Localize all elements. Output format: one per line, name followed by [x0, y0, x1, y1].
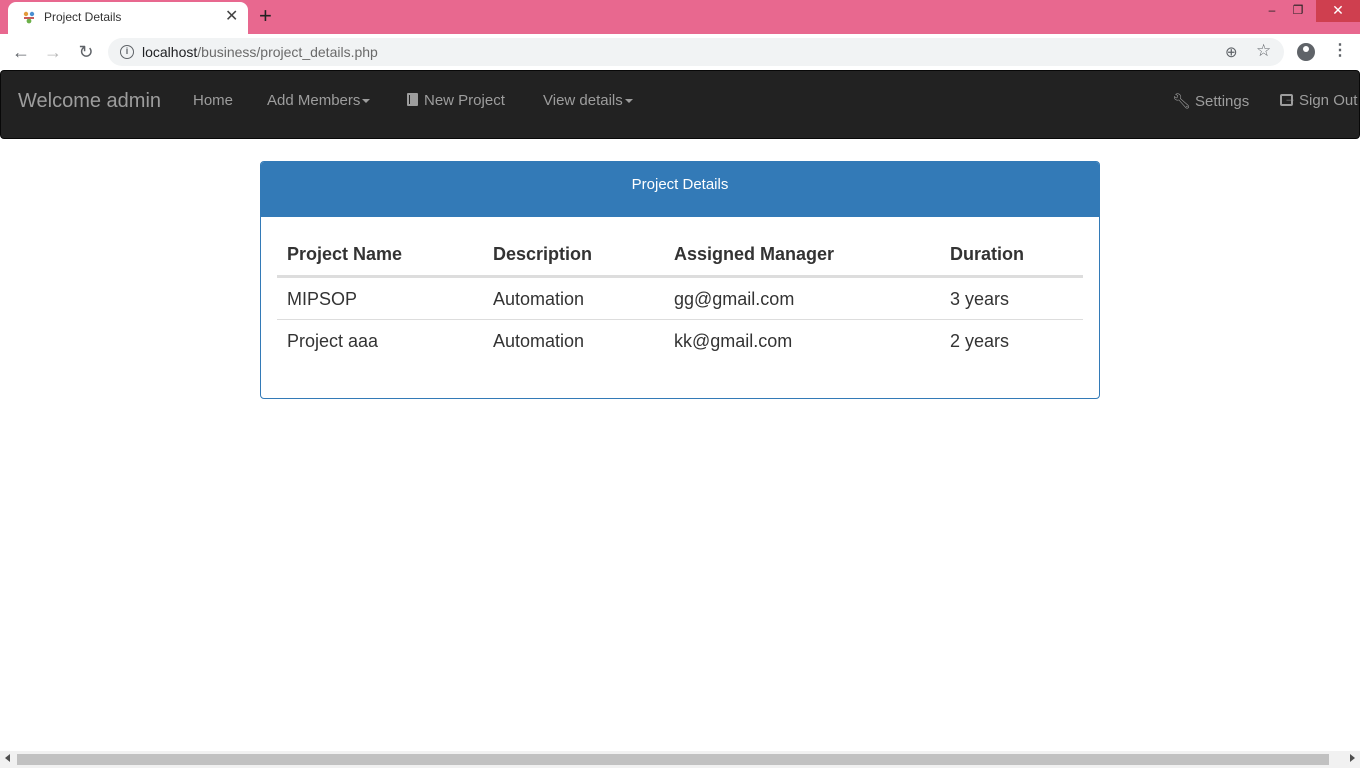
account-icon[interactable] — [1297, 43, 1315, 61]
tab-title: Project Details — [44, 10, 122, 24]
reload-icon[interactable]: ↻ — [74, 40, 98, 64]
table-cell: Project aaa — [287, 331, 379, 351]
forward-arrow-icon[interactable]: → — [41, 40, 65, 64]
column-header: Assigned Manager — [674, 244, 835, 264]
wrench-icon: 🔧︎ — [1172, 93, 1192, 110]
zoom-icon[interactable]: ⊕ — [1225, 43, 1238, 61]
site-info-icon[interactable]: i — [120, 45, 134, 59]
browser-titlebar: Project Details ✕ + – ❐ ✕ — [0, 0, 1360, 34]
table-cell: MIPSOP — [287, 289, 358, 309]
browser-tab[interactable]: Project Details ✕ — [8, 2, 248, 34]
column-header: Duration — [950, 244, 1024, 264]
table-cell: Automation — [493, 331, 585, 351]
scroll-right-icon[interactable] — [1350, 754, 1355, 762]
caret-down-icon — [624, 99, 633, 104]
back-arrow-icon[interactable]: ← — [9, 40, 33, 64]
url-host: localhost — [142, 44, 198, 60]
navbar-brand[interactable]: Welcome admin — [18, 90, 161, 113]
nav-item-sign-out[interactable]: Sign Out — [1280, 91, 1358, 109]
favicon-icon — [23, 11, 35, 24]
nav-item-add-members[interactable]: Add Members — [267, 92, 371, 109]
table-row: MIPSOP Automation gg@gmail.com 3 years — [277, 277, 1083, 319]
nav-item-label: View details — [543, 92, 623, 109]
nav-item-label: Add Members — [267, 92, 361, 109]
panel-title: Project Details — [631, 176, 729, 193]
nav-item-view-details[interactable]: View details — [543, 92, 633, 109]
table-cell: gg@gmail.com — [674, 289, 795, 309]
bookmark-star-icon[interactable]: ☆ — [1256, 41, 1271, 61]
table-row: Project aaa Automation kk@gmail.com 2 ye… — [277, 319, 1083, 361]
app-navbar: Welcome admin Home Add Members New Proje… — [0, 70, 1360, 139]
scroll-left-icon[interactable] — [5, 754, 10, 762]
minimize-button[interactable]: – — [1258, 0, 1286, 22]
table-cell: kk@gmail.com — [674, 331, 793, 351]
scrollbar-thumb[interactable] — [17, 754, 1329, 765]
nav-item-label: New Project — [424, 92, 505, 109]
book-icon — [407, 93, 418, 106]
url-path: /business/project_details.php — [197, 44, 378, 60]
table-cell: Automation — [493, 289, 585, 309]
tab-close-icon[interactable]: ✕ — [225, 8, 238, 26]
project-details-panel: Project Details Project Name Description… — [260, 161, 1100, 399]
maximize-button[interactable]: ❐ — [1284, 0, 1312, 22]
browser-menu-icon[interactable]: ⋮ — [1332, 42, 1348, 60]
column-header: Description — [493, 244, 593, 264]
table-header-row: Project Name Description Assigned Manage… — [277, 217, 1083, 277]
close-window-button[interactable]: ✕ — [1316, 0, 1360, 22]
caret-down-icon — [362, 99, 371, 104]
nav-item-label: Home — [193, 92, 234, 109]
nav-item-home[interactable]: Home — [193, 92, 233, 109]
column-header: Project Name — [287, 244, 403, 264]
nav-item-label: Sign Out — [1299, 92, 1358, 109]
table-cell: 2 years — [950, 331, 1010, 351]
browser-toolbar: ← → ↻ i localhost/business/project_detai… — [0, 34, 1360, 70]
horizontal-scrollbar[interactable] — [0, 751, 1360, 768]
url-text[interactable]: localhost/business/project_details.php — [142, 44, 378, 60]
new-tab-button[interactable]: + — [259, 4, 272, 28]
table-body: MIPSOP Automation gg@gmail.com 3 years P… — [277, 277, 1083, 361]
panel-heading: Project Details — [261, 162, 1099, 217]
table-cell: 3 years — [950, 289, 1010, 309]
nav-item-label: Settings — [1195, 93, 1250, 110]
nav-item-new-project[interactable]: New Project — [407, 92, 505, 109]
nav-item-settings[interactable]: 🔧︎ Settings — [1172, 92, 1249, 110]
address-bar[interactable]: i localhost/business/project_details.php… — [108, 38, 1284, 66]
log-out-icon — [1280, 91, 1296, 106]
projects-table: Project Name Description Assigned Manage… — [277, 217, 1083, 361]
